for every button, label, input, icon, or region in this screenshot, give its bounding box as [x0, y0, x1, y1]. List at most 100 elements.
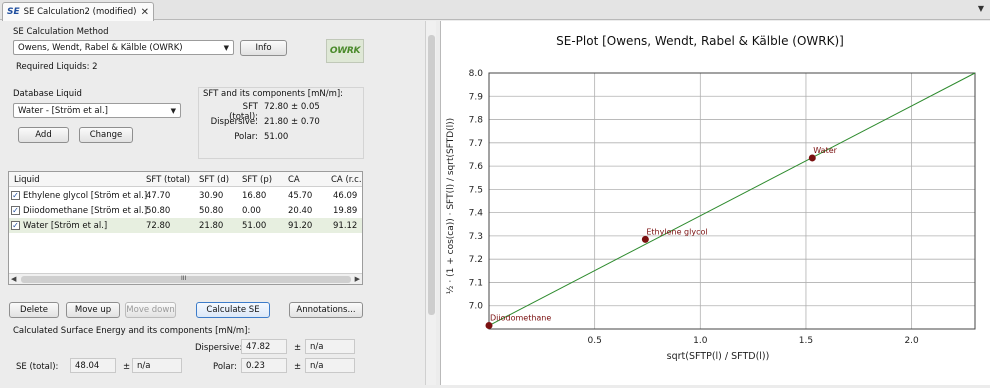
se-total-pm: ± [123, 362, 131, 372]
cell-ca-rc: 46.09 [333, 191, 358, 201]
sft-total-value: 72.80 ± 0.05 [264, 102, 320, 112]
y-tick-label: 7.2 [469, 255, 483, 265]
y-tick-label: 8.0 [469, 69, 484, 79]
x-tick-label: 1.0 [693, 336, 708, 346]
x-tick-label: 1.5 [799, 336, 813, 346]
fit-line [488, 72, 976, 326]
se-total-value: 48.04 [70, 358, 116, 373]
method-select-value: Owens, Wendt, Rabel & Kälble (OWRK) [18, 42, 183, 53]
calculate-se-button[interactable]: Calculate SE [196, 302, 270, 318]
chevron-down-icon: ▼ [170, 106, 176, 115]
table-row[interactable]: ✓ Diiodomethane [Ström et al.] 50.80 50.… [9, 203, 362, 218]
method-label: SE Calculation Method [13, 27, 109, 37]
move-down-button[interactable]: Move down [125, 302, 176, 318]
table-header: Liquid SFT (total) SFT (d) SFT (p) CA CA… [9, 172, 362, 187]
col-sft-p[interactable]: SFT (p) [242, 175, 272, 185]
table-row-selected[interactable]: ✓ Water [Ström et al.] 72.80 21.80 51.00… [9, 218, 362, 233]
cell-liquid: Water [Ström et al.] [23, 221, 108, 231]
horizontal-scrollbar[interactable]: ◀ III ▶ [9, 273, 362, 284]
x-tick-label: 0.5 [587, 336, 601, 346]
y-tick-label: 7.4 [469, 209, 484, 219]
chevron-down-icon: ▼ [223, 43, 229, 52]
polar-error: n/a [305, 358, 355, 373]
polar-pm: ± [294, 362, 302, 372]
x-tick-label: 2.0 [904, 336, 919, 346]
cell-sft-p: 0.00 [242, 206, 261, 216]
table-row[interactable]: ✓ Ethylene glycol [Ström et al.] 47.70 3… [9, 188, 362, 203]
col-sft-total[interactable]: SFT (total) [146, 175, 190, 185]
data-point [808, 154, 816, 162]
sft-polar-label: Polar: [234, 132, 258, 142]
close-icon[interactable]: ✕ [141, 7, 149, 18]
scroll-left-icon[interactable]: ◀ [11, 275, 16, 283]
liquids-table[interactable]: Liquid SFT (total) SFT (d) SFT (p) CA CA… [8, 171, 363, 285]
tab-title: SE Calculation2 (modified) [23, 7, 137, 17]
y-tick-label: 7.0 [469, 302, 484, 312]
dispersive-error: n/a [305, 339, 355, 354]
change-button[interactable]: Change [79, 127, 133, 143]
cell-sft-d: 21.80 [199, 221, 224, 231]
cell-sft-d: 30.90 [199, 191, 224, 201]
row-checkbox[interactable]: ✓ [11, 206, 20, 215]
col-ca[interactable]: CA [288, 175, 300, 185]
se-plot-chart: SE-Plot [Owens, Wendt, Rabel & Kälble (O… [446, 34, 976, 362]
cell-ca: 45.70 [288, 191, 313, 201]
x-tick-labels: 0.5 1.0 1.5 2.0 [587, 336, 919, 346]
method-select[interactable]: Owens, Wendt, Rabel & Kälble (OWRK) ▼ [13, 40, 234, 55]
y-tick-label: 7.1 [469, 278, 483, 288]
data-point [485, 322, 493, 330]
y-tick-labels: 7.0 7.1 7.2 7.3 7.4 7.5 7.6 7.7 7.8 7.9 8.0 [469, 69, 484, 312]
y-tick-label: 7.3 [469, 232, 483, 242]
cell-ca: 20.40 [288, 206, 313, 216]
cell-sft-total: 47.70 [146, 191, 171, 201]
col-ca-rc[interactable]: CA (r.c.) [331, 175, 362, 185]
col-sft-d[interactable]: SFT (d) [199, 175, 229, 185]
sft-dispersive-value: 21.80 ± 0.70 [264, 117, 320, 127]
cell-liquid: Ethylene glycol [Ström et al.] [23, 191, 148, 201]
row-checkbox[interactable]: ✓ [11, 191, 20, 200]
row-checkbox[interactable]: ✓ [11, 221, 20, 230]
polar-label: Polar: [213, 362, 237, 372]
sft-title: SFT and its components [mN/m]: [203, 89, 344, 99]
left-panel: SE Calculation Method Owens, Wendt, Rabe… [0, 21, 425, 385]
data-points: Diiodomethane Ethylene glycol Water [485, 146, 838, 330]
dispersive-value: 47.82 [241, 339, 287, 354]
chart-title: SE-Plot [Owens, Wendt, Rabel & Kälble (O… [556, 34, 844, 48]
tab-strip: SE SE Calculation2 (modified) ✕ ▼ [0, 0, 990, 21]
data-point-label: Diiodomethane [490, 314, 551, 323]
owrk-logo: OWRK [326, 39, 364, 63]
data-point-label: Water [813, 146, 837, 155]
y-tick-label: 7.8 [469, 116, 484, 126]
tab-se-calculation[interactable]: SE SE Calculation2 (modified) ✕ [2, 2, 154, 21]
required-liquids: Required Liquids: 2 [16, 62, 98, 72]
delete-button[interactable]: Delete [9, 302, 59, 318]
database-label: Database Liquid [13, 89, 82, 99]
dispersive-pm: ± [294, 343, 302, 353]
cell-sft-total: 72.80 [146, 221, 171, 231]
cell-ca-rc: 91.12 [333, 221, 358, 231]
scroll-right-icon[interactable]: ▶ [355, 275, 360, 283]
cell-sft-d: 50.80 [199, 206, 224, 216]
y-tick-label: 7.6 [469, 162, 484, 172]
annotations-button[interactable]: Annotations... [289, 302, 363, 318]
y-tick-label: 7.9 [469, 92, 484, 102]
col-liquid[interactable]: Liquid [14, 175, 40, 185]
sft-polar-value: 51.00 [264, 132, 289, 142]
x-axis-label: sqrt(SFTP(l) / SFTD(l)) [667, 351, 770, 362]
left-panel-scrollbar[interactable] [425, 21, 436, 385]
data-point-label: Ethylene glycol [646, 227, 707, 236]
dispersive-label: Dispersive: [195, 343, 243, 353]
move-up-button[interactable]: Move up [66, 302, 120, 318]
cell-sft-total: 50.80 [146, 206, 171, 216]
scroll-grip: III [181, 275, 187, 282]
info-button[interactable]: Info [240, 40, 287, 56]
results-title: Calculated Surface Energy and its compon… [13, 326, 251, 336]
tab-menu-arrow-icon[interactable]: ▼ [978, 4, 984, 13]
scroll-thumb[interactable] [428, 35, 435, 315]
cell-sft-p: 16.80 [242, 191, 267, 201]
sft-dispersive-label: Dispersive: [210, 117, 258, 127]
y-tick-label: 7.5 [469, 185, 483, 195]
polar-value: 0.23 [241, 358, 287, 373]
database-liquid-select[interactable]: Water - [Ström et al.] ▼ [13, 103, 181, 118]
add-button[interactable]: Add [18, 127, 69, 143]
